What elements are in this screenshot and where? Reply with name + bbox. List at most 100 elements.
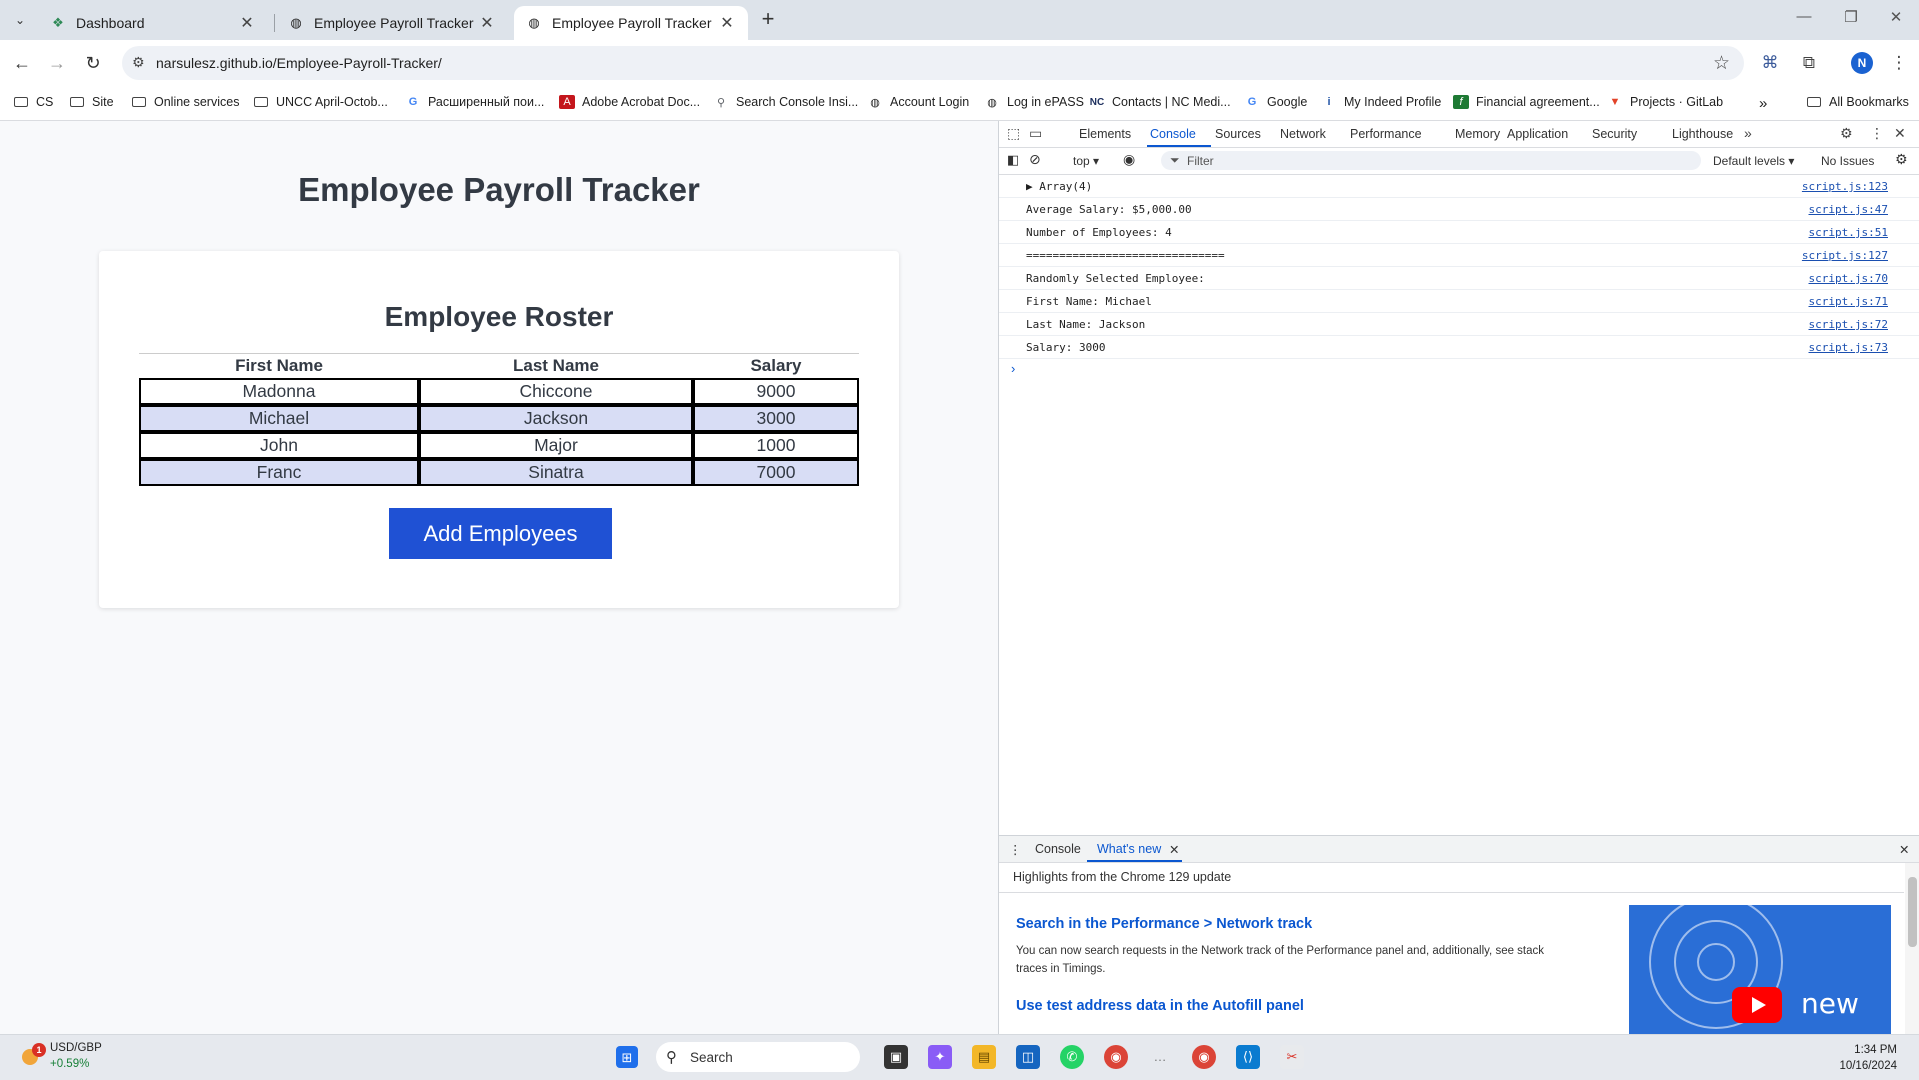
market-widget-icon[interactable]: 1 <box>20 1043 46 1067</box>
add-employees-button[interactable]: Add Employees <box>389 508 612 559</box>
drawer-menu-icon[interactable]: ⋮ <box>1009 842 1022 857</box>
close-drawer-icon[interactable]: ✕ <box>1899 842 1909 857</box>
reload-icon[interactable]: ↻ <box>80 50 106 76</box>
close-tab-icon[interactable]: ✕ <box>1169 842 1179 857</box>
console-source-link[interactable]: script.js:127 <box>1802 249 1888 262</box>
devtools-tab-elements[interactable]: Elements <box>1079 127 1131 141</box>
all-bookmarks[interactable]: All Bookmarks <box>1806 95 1909 109</box>
store-icon[interactable]: ◫ <box>1016 1045 1040 1069</box>
tab-close-icon[interactable]: ✕ <box>478 13 496 33</box>
tab-payroll-active[interactable]: ◍ Employee Payroll Tracker ✕ <box>514 6 748 40</box>
tab-close-icon[interactable]: ✕ <box>238 13 256 33</box>
console-source-link[interactable]: script.js:51 <box>1809 226 1888 239</box>
live-expression-eye-icon[interactable]: ◉ <box>1123 151 1135 168</box>
youtube-play-icon[interactable] <box>1732 987 1782 1023</box>
restore-icon[interactable]: ❐ <box>1836 8 1866 26</box>
sidebar-toggle-icon[interactable]: ◧ <box>1007 152 1019 168</box>
whats-new-video-thumbnail[interactable]: new <box>1629 905 1891 1035</box>
whats-new-item-title[interactable]: Search in the Performance > Network trac… <box>1016 916 1312 932</box>
drawer-tab-console[interactable]: Console <box>1035 842 1081 856</box>
scrollbar-thumb[interactable] <box>1908 877 1917 947</box>
console-source-link[interactable]: script.js:123 <box>1802 180 1888 193</box>
devtools-tab-sources[interactable]: Sources <box>1215 127 1261 141</box>
file-explorer-icon[interactable]: ▤ <box>972 1045 996 1069</box>
bookmark-site[interactable]: Site <box>69 95 114 109</box>
console-source-link[interactable]: script.js:71 <box>1809 295 1888 308</box>
vscode-icon[interactable]: ⟨⟩ <box>1236 1045 1260 1069</box>
bookmark-gitlab[interactable]: ▼ Projects · GitLab <box>1607 95 1724 109</box>
bookmark-epass[interactable]: ◍ Log in ePASS <box>984 95 1084 109</box>
system-clock[interactable]: 1:34 PM 10/16/2024 <box>1839 1042 1897 1074</box>
bookmark-financial[interactable]: f Financial agreement... <box>1453 95 1600 109</box>
issues-counter[interactable]: No Issues <box>1821 154 1874 168</box>
inspect-element-icon[interactable]: ⬚ <box>1007 125 1020 142</box>
tab-search-chevron-icon[interactable]: ⌄ <box>8 8 32 32</box>
devtools-tab-lighthouse[interactable]: Lighthouse <box>1672 127 1733 141</box>
more-tabs-chevron-icon[interactable]: » <box>1744 125 1752 141</box>
site-info-icon[interactable]: ⚙ <box>132 54 145 71</box>
clear-console-icon[interactable]: ⊘ <box>1029 151 1041 168</box>
close-window-icon[interactable]: ✕ <box>1881 8 1911 26</box>
table-row: Madonna Chiccone 9000 <box>139 378 859 405</box>
back-arrow-icon[interactable]: ← <box>9 50 35 76</box>
translate-extension-icon[interactable]: ⌘ <box>1757 50 1783 76</box>
bookmark-indeed[interactable]: i My Indeed Profile <box>1321 95 1441 109</box>
log-levels-dropdown[interactable]: Default levels ▾ <box>1713 154 1794 168</box>
context-selector[interactable]: top ▾ <box>1073 154 1099 168</box>
extensions-puzzle-icon[interactable]: ⧉ <box>1796 50 1822 76</box>
devtools-tab-console[interactable]: Console <box>1150 127 1196 141</box>
bookmark-uncc[interactable]: UNCC April-Octob... <box>253 95 388 109</box>
devtools-settings-gear-icon[interactable]: ⚙ <box>1840 125 1853 142</box>
bookmark-adobe[interactable]: A Adobe Acrobat Doc... <box>559 95 700 109</box>
device-toolbar-icon[interactable]: ▭ <box>1029 125 1042 142</box>
bookmark-google[interactable]: G Google <box>1244 95 1308 109</box>
console-settings-gear-icon[interactable]: ⚙ <box>1895 151 1908 168</box>
address-bar[interactable]: ⚙ narsulesz.github.io/Employee-Payroll-T… <box>122 46 1744 80</box>
devtools-tab-security[interactable]: Security <box>1592 127 1637 141</box>
snipping-tool-icon[interactable]: ✂ <box>1280 1045 1304 1069</box>
devtools-tab-application[interactable]: Application <box>1507 127 1568 141</box>
console-filter-input[interactable]: ⏷ Filter <box>1161 151 1701 170</box>
drawer-scrollbar[interactable] <box>1905 863 1919 1035</box>
devtools-tab-memory[interactable]: Memory <box>1455 127 1500 141</box>
chrome-active-icon[interactable]: ◉ <box>1192 1045 1216 1069</box>
folder-icon <box>69 95 85 109</box>
taskbar-search-box[interactable]: ⚲ Search <box>656 1042 860 1072</box>
bookmark-nc-contacts[interactable]: NC Contacts | NC Medi... <box>1089 95 1231 109</box>
tab-close-icon[interactable]: ✕ <box>718 13 736 33</box>
console-source-link[interactable]: script.js:72 <box>1809 318 1888 331</box>
devtools-menu-icon[interactable]: ⋮ <box>1870 125 1884 142</box>
whats-new-item-title[interactable]: Use test address data in the Autofill pa… <box>1016 998 1304 1014</box>
copilot-icon[interactable]: ✦ <box>928 1045 952 1069</box>
whatsapp-icon[interactable]: ✆ <box>1060 1045 1084 1069</box>
task-view-icon[interactable]: ▣ <box>884 1045 908 1069</box>
console-source-link[interactable]: script.js:47 <box>1809 203 1888 216</box>
bookmark-google-advanced[interactable]: G Расширенный пои... <box>405 95 545 109</box>
drawer-tab-whats-new[interactable]: What's new <box>1097 842 1161 856</box>
close-devtools-icon[interactable]: ✕ <box>1894 125 1906 142</box>
url-text[interactable]: narsulesz.github.io/Employee-Payroll-Tra… <box>156 55 442 71</box>
ticker-symbol[interactable]: USD/GBP <box>50 1042 102 1054</box>
tab-payroll-1[interactable]: ◍ Employee Payroll Tracker ✕ <box>276 6 508 40</box>
bookmark-account-login[interactable]: ◍ Account Login <box>867 95 969 109</box>
console-message[interactable]: ▶ Array(4) <box>1026 180 1092 193</box>
forward-arrow-icon[interactable]: → <box>44 50 70 76</box>
minimize-icon[interactable]: — <box>1789 8 1819 25</box>
devtools-tab-performance[interactable]: Performance <box>1350 127 1422 141</box>
browser-menu-icon[interactable]: ⋮ <box>1886 50 1912 76</box>
windows-start-icon[interactable]: ⊞ <box>616 1046 638 1068</box>
console-prompt-chevron-icon[interactable]: › <box>1011 361 1015 376</box>
bookmark-star-icon[interactable]: ☆ <box>1713 52 1730 75</box>
console-source-link[interactable]: script.js:73 <box>1809 341 1888 354</box>
new-tab-plus-icon[interactable]: + <box>756 8 780 32</box>
tab-dashboard[interactable]: ❖ Dashboard ✕ <box>38 6 268 40</box>
chrome-icon[interactable]: ◉ <box>1104 1045 1128 1069</box>
bookmark-search-console[interactable]: ⚲ Search Console Insi... <box>713 95 858 109</box>
profile-avatar[interactable]: N <box>1851 52 1873 74</box>
console-source-link[interactable]: script.js:70 <box>1809 272 1888 285</box>
taskbar-more-icon[interactable]: … <box>1148 1045 1172 1069</box>
bookmark-cs[interactable]: CS <box>13 95 53 109</box>
devtools-tab-network[interactable]: Network <box>1280 127 1326 141</box>
more-bookmarks-chevron-icon[interactable]: » <box>1759 95 1767 112</box>
bookmark-online-services[interactable]: Online services <box>131 95 239 109</box>
